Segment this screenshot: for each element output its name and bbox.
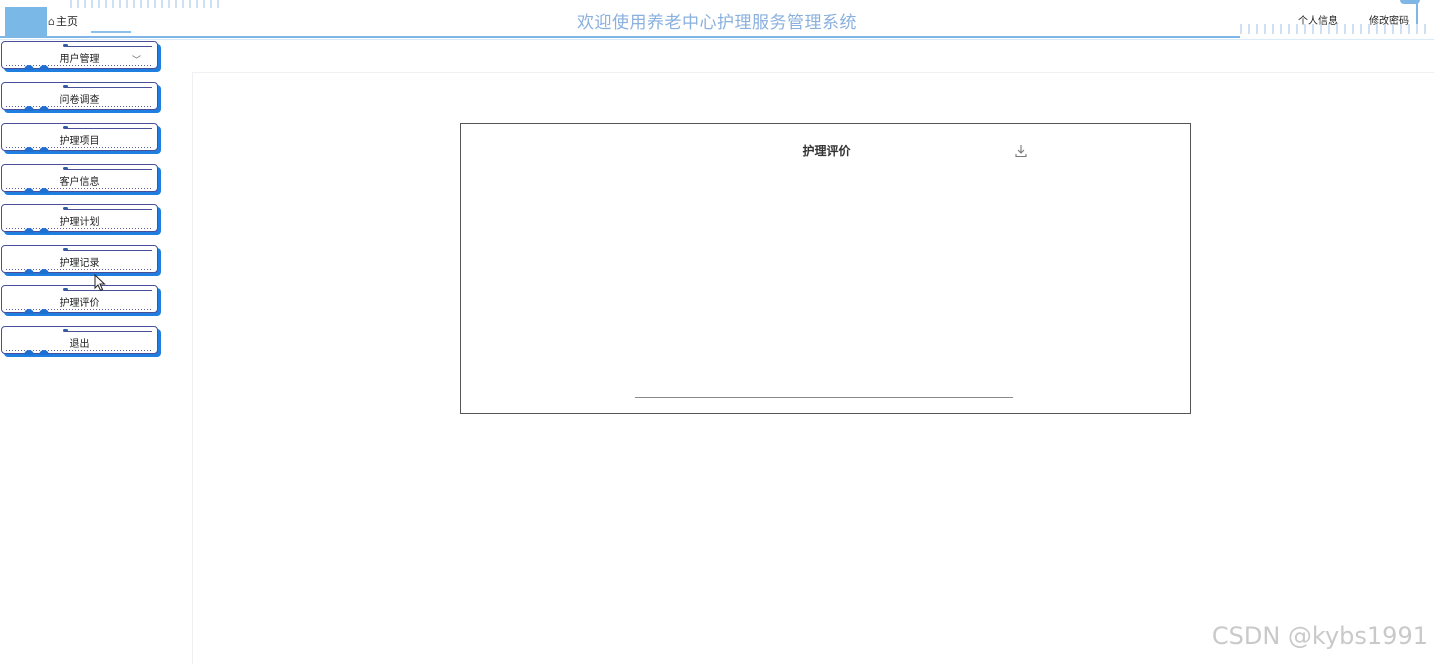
menu-item-decoration: [39, 106, 49, 111]
menu-item-decoration: [39, 147, 49, 152]
menu-item-decoration: [39, 188, 49, 193]
menu-item-decoration: [39, 65, 49, 70]
menu-item-decoration: [39, 350, 49, 355]
care-evaluation-chart: 护理评价: [460, 123, 1191, 414]
menu-item-decoration: [24, 188, 34, 193]
home-tab-label: 主页: [55, 15, 78, 28]
header-color-block: [5, 7, 47, 37]
menu-item-decoration: [39, 309, 49, 314]
watermark: CSDN @kybs1991: [1211, 622, 1428, 650]
chart-title: 护理评价: [802, 144, 851, 158]
sidebar-item-care-records[interactable]: 护理记录: [1, 245, 158, 274]
menu-item-decoration: [64, 209, 152, 210]
menu-item-decoration: [24, 147, 34, 152]
page-title: 欢迎使用养老中心护理服务管理系统: [577, 13, 857, 33]
menu-item-decoration: [24, 228, 34, 233]
sidebar-item-user-management[interactable]: 用户管理 ﹀: [1, 41, 158, 70]
menu-item-decoration: [24, 309, 34, 314]
header-corner-bar: [1416, 0, 1418, 24]
menu-item-decoration: [39, 269, 49, 274]
menu-item-decoration: [24, 350, 34, 355]
header-divider-thin: [0, 39, 1434, 40]
home-tab[interactable]: ⌂ 主页: [48, 9, 78, 33]
chart-x-axis: [635, 397, 1013, 398]
home-tab-underline: [91, 31, 131, 33]
menu-item-decoration: [64, 250, 152, 251]
menu-item-decoration: [64, 331, 152, 332]
sidebar-item-care-plan[interactable]: 护理计划: [1, 204, 158, 233]
menu-item-decoration: [24, 106, 34, 111]
top-header: ⌂ 主页 欢迎使用养老中心护理服务管理系统 个人信息 修改密码: [0, 0, 1434, 40]
sidebar-item-care-evaluation[interactable]: 护理评价: [1, 285, 158, 314]
menu-item-decoration: [39, 228, 49, 233]
menu-item-decoration: [64, 87, 152, 88]
header-divider: [0, 36, 1240, 38]
mouse-cursor-icon: [94, 274, 106, 292]
sidebar-item-logout[interactable]: 退出: [1, 326, 158, 355]
menu-item-decoration: [64, 290, 152, 291]
download-icon[interactable]: [1014, 144, 1028, 158]
header-decoration-dots-right: [1240, 24, 1430, 34]
main-content-border: [192, 72, 193, 664]
menu-item-decoration: [24, 269, 34, 274]
sidebar-item-customer-info[interactable]: 客户信息: [1, 164, 158, 193]
menu-item-decoration: [24, 65, 34, 70]
menu-item-decoration: [64, 128, 152, 129]
home-icon: ⌂: [48, 14, 55, 28]
main-content-border: [192, 72, 1434, 73]
menu-item-decoration: [64, 169, 152, 170]
sidebar-item-survey[interactable]: 问卷调查: [1, 82, 158, 111]
menu-item-decoration: [64, 46, 152, 47]
header-decoration-dots: [70, 0, 220, 8]
sidebar-item-care-items[interactable]: 护理项目: [1, 123, 158, 152]
